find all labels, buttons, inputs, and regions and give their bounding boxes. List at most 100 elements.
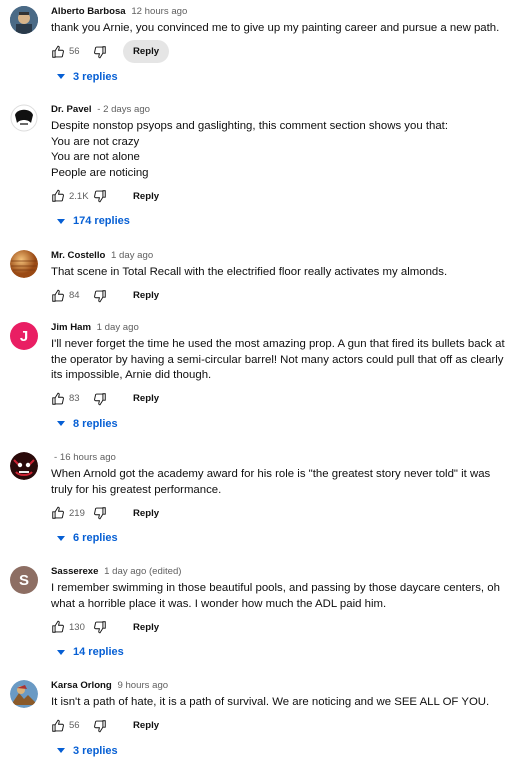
replies-label: 6 replies <box>73 532 118 544</box>
avatar[interactable] <box>10 680 38 708</box>
thumbs-up-icon[interactable] <box>51 620 65 634</box>
comment-author[interactable]: Jim Ham <box>51 322 91 333</box>
reply-button[interactable]: Reply <box>123 185 169 208</box>
comment-line: When Arnold got the academy award for hi… <box>51 468 491 496</box>
thumbs-up-icon[interactable] <box>51 289 65 303</box>
comment-header: Mr. Costello 1 day ago <box>51 250 508 262</box>
view-replies-button[interactable]: 8 replies <box>51 416 508 432</box>
view-replies-button[interactable]: 6 replies <box>51 530 508 546</box>
comment-actions: 130 Reply <box>51 615 508 639</box>
replies-label: 3 replies <box>73 70 118 83</box>
comment-header: Alberto Barbosa 12 hours ago <box>51 6 508 18</box>
reply-button[interactable]: Reply <box>123 387 169 410</box>
avatar-image <box>10 6 38 34</box>
comment-actions: 83 Reply <box>51 387 508 411</box>
comment-line: I'll never forget the time he used the m… <box>51 338 505 381</box>
comment-time[interactable]: 9 hours ago <box>117 680 168 691</box>
thumbs-down-icon[interactable] <box>93 719 107 733</box>
caret-down-icon <box>57 74 65 79</box>
comment-actions: 84 Reply <box>51 284 508 308</box>
view-replies-button[interactable]: 3 replies <box>51 743 508 759</box>
comment-line: You are not alone <box>51 151 140 163</box>
comment-header: - 16 hours ago <box>51 452 508 464</box>
comment-author[interactable]: Alberto Barbosa <box>51 6 126 17</box>
like-count: 56 <box>69 46 80 57</box>
avatar[interactable] <box>10 452 38 480</box>
comment-line: Despite nonstop psyops and gaslighting, … <box>51 120 448 132</box>
comment-line: You are not crazy <box>51 135 140 148</box>
caret-down-icon <box>57 535 65 541</box>
comment-time[interactable]: 1 day ago <box>111 250 153 261</box>
reply-button[interactable]: Reply <box>123 284 169 307</box>
avatar-image <box>10 680 38 708</box>
thumbs-down-icon[interactable] <box>93 506 107 520</box>
thumbs-up-icon[interactable] <box>51 45 65 59</box>
comment-actions: 56 Reply <box>51 714 508 738</box>
comment-time[interactable]: 1 day ago (edited) <box>104 566 181 577</box>
like-count: 56 <box>69 720 80 731</box>
comment-time[interactable]: 12 hours ago <box>131 6 187 17</box>
comment-author[interactable]: Karsa Orlong <box>51 680 112 691</box>
comment-header: Sasserexe 1 day ago (edited) <box>51 566 508 578</box>
comment-header: Karsa Orlong 9 hours ago <box>51 680 508 692</box>
avatar[interactable]: J <box>10 322 38 350</box>
comment-time[interactable]: 1 day ago <box>97 322 139 333</box>
comment-author[interactable]: Sasserexe <box>51 566 98 577</box>
replies-label: 14 replies <box>73 646 124 658</box>
comment-text: It isn't a path of hate, it is a path of… <box>51 695 508 711</box>
view-replies-button[interactable]: 14 replies <box>51 644 508 660</box>
like-count: 130 <box>69 621 85 633</box>
comment-line: People are noticing <box>51 166 149 179</box>
comment-header: Dr. Pavel - 2 days ago <box>51 104 508 116</box>
like-count: 83 <box>69 393 80 404</box>
thumbs-down-icon[interactable] <box>93 45 107 59</box>
comment-line: thank you Arnie, you convinced me to giv… <box>51 22 500 34</box>
comment-time[interactable]: - 16 hours ago <box>54 452 116 463</box>
comment-author[interactable]: Mr. Costello <box>51 250 105 261</box>
avatar[interactable] <box>10 104 38 132</box>
reply-button[interactable]: Reply <box>123 40 170 63</box>
thumbs-down-icon[interactable] <box>93 189 107 203</box>
thumbs-down-icon[interactable] <box>93 289 107 303</box>
comment-text: I'll never forget the time he used the m… <box>51 337 508 384</box>
avatar[interactable]: S <box>10 566 38 594</box>
like-count: 84 <box>69 290 80 301</box>
avatar[interactable] <box>10 250 38 278</box>
thumbs-up-icon[interactable] <box>51 392 65 406</box>
reply-button[interactable]: Reply <box>123 616 169 639</box>
like-count: 2.1K <box>69 190 89 202</box>
comment-header: Jim Ham 1 day ago <box>51 322 508 334</box>
view-replies-button[interactable]: 174 replies <box>51 213 508 229</box>
comment-time[interactable]: - 2 days ago <box>97 104 150 115</box>
comment-line: I remember swimming in those beautiful p… <box>51 582 500 610</box>
replies-label: 174 replies <box>73 215 130 227</box>
caret-down-icon <box>57 748 65 753</box>
thumbs-up-icon[interactable] <box>51 189 65 203</box>
comment-text: When Arnold got the academy award for hi… <box>51 467 508 498</box>
comment-text: Despite nonstop psyops and gaslighting, … <box>51 119 508 181</box>
thumbs-down-icon[interactable] <box>93 620 107 634</box>
thumbs-up-icon[interactable] <box>51 719 65 733</box>
comment-line: That scene in Total Recall with the elec… <box>51 266 448 278</box>
view-replies-button[interactable]: 3 replies <box>51 69 508 85</box>
caret-down-icon <box>57 649 65 655</box>
comment-actions: 2.1K Reply <box>51 184 508 208</box>
avatar-letter: S <box>18 571 29 589</box>
comment-actions: 219 Reply <box>51 501 508 525</box>
replies-label: 8 replies <box>73 417 118 430</box>
thumbs-up-icon[interactable] <box>51 506 65 520</box>
avatar-letter: J <box>19 327 29 345</box>
avatar[interactable] <box>10 6 38 34</box>
avatar-image <box>10 104 38 132</box>
comment-text: I remember swimming in those beautiful p… <box>51 581 508 612</box>
like-count: 219 <box>69 507 85 519</box>
comment-line: It isn't a path of hate, it is a path of… <box>51 696 490 708</box>
caret-down-icon <box>57 421 65 426</box>
thumbs-down-icon[interactable] <box>93 392 107 406</box>
reply-button[interactable]: Reply <box>123 502 169 525</box>
reply-button[interactable]: Reply <box>123 714 169 737</box>
replies-label: 3 replies <box>73 744 118 757</box>
avatar-image <box>10 250 38 278</box>
comment-author[interactable]: Dr. Pavel <box>51 104 92 115</box>
comment-text: That scene in Total Recall with the elec… <box>51 265 508 281</box>
